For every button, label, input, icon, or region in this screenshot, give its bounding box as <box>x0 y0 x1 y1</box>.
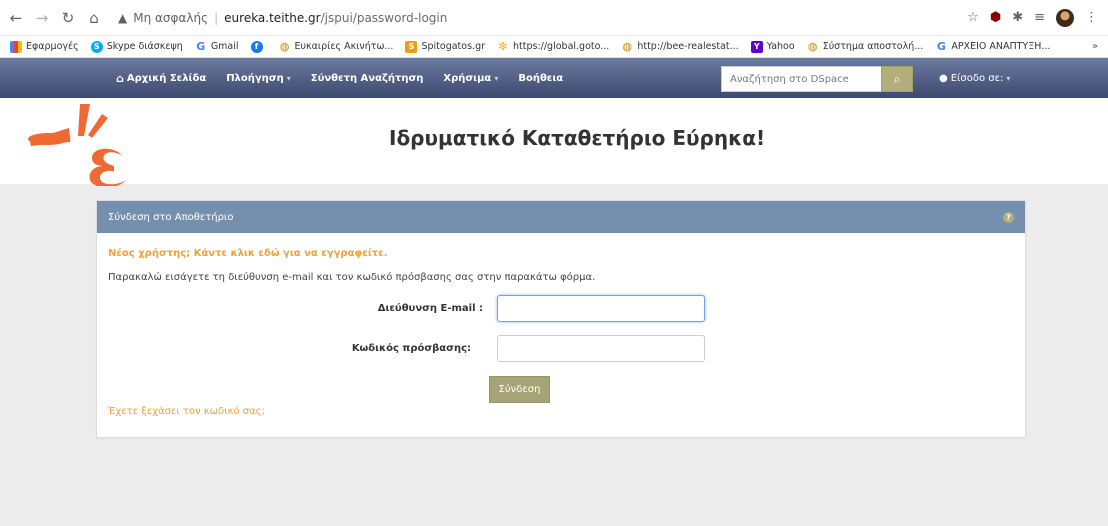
nav-browse[interactable]: Πλοήγηση ▾ <box>226 73 291 84</box>
caret-down-icon: ▾ <box>286 73 291 83</box>
warning-icon[interactable]: ▲ <box>118 11 127 25</box>
reload-icon[interactable]: ↻ <box>60 10 76 26</box>
spitogatos-icon: S <box>405 40 418 53</box>
bookmark-system[interactable]: ◍ Σύστημα αποστολή... <box>807 40 923 53</box>
login-instructions: Παρακαλώ εισάγετε τη διεύθυνση e-mail κα… <box>108 272 596 283</box>
caret-down-icon: ▾ <box>494 73 499 83</box>
bookmark-goto[interactable]: ✼ https://global.goto... <box>497 40 609 53</box>
bookmark-apps[interactable]: Εφαρμογές <box>10 40 79 53</box>
ublock-shield-icon[interactable]: ⬢ <box>990 10 1001 25</box>
yahoo-icon: Y <box>750 40 763 53</box>
reading-list-icon[interactable]: ≡ <box>1034 10 1045 25</box>
address-bar[interactable]: ▲ Μη ασφαλής | eureka.teithe.gr/jspui/pa… <box>112 6 957 30</box>
security-label: Μη ασφαλής <box>133 10 209 25</box>
email-field[interactable] <box>497 295 705 322</box>
bookmark-star-icon[interactable]: ☆ <box>967 10 979 25</box>
bookmark-spitogatos[interactable]: S Spitogatos.gr <box>405 40 485 53</box>
search-button[interactable]: ⌕ <box>881 66 913 92</box>
search-input[interactable] <box>721 66 881 92</box>
menu-kebab-icon[interactable]: ⋮ <box>1085 10 1098 25</box>
star-icon: ✼ <box>498 40 508 53</box>
bookmark-archive[interactable]: G ΑΡΧΕΙΟ ΑΝΑΠΤΥΞΗ... <box>935 40 1051 53</box>
bookmark-facebook[interactable]: f <box>250 40 267 53</box>
home-icon[interactable]: ⌂ <box>86 10 102 26</box>
nav-help[interactable]: Βοήθεια <box>518 73 563 84</box>
email-label: Διεύθυνση E-mail : <box>377 303 483 314</box>
facebook-icon: f <box>250 40 263 53</box>
back-arrow-icon[interactable]: ← <box>8 10 24 26</box>
site-title: Ιδρυματικό Καταθετήριο Εύρηκα! <box>389 126 766 150</box>
url-separator: | <box>214 10 219 25</box>
browser-actions: ☆ ⬢ ✱ ≡ ⋮ <box>967 8 1100 27</box>
login-dropdown[interactable]: ● Είσοδο σε: ▾ <box>939 73 1010 84</box>
google-icon: G <box>936 40 946 53</box>
user-icon: ● <box>939 73 948 84</box>
globe-icon: ◍ <box>807 40 818 53</box>
apps-icon <box>10 40 22 53</box>
home-icon: ⌂ <box>116 71 124 85</box>
search-icon: ⌕ <box>893 71 901 86</box>
login-button[interactable]: Σύνδεση <box>489 376 550 403</box>
password-field[interactable] <box>497 335 705 362</box>
browser-toolbar: ← → ↻ ⌂ ▲ Μη ασφαλής | eureka.teithe.gr/… <box>0 0 1108 36</box>
bookmark-yahoo[interactable]: Y Yahoo <box>750 40 795 53</box>
site-header: Ιδρυματικό Καταθετήριο Εύρηκα! <box>0 98 1108 186</box>
bookmark-real-estate[interactable]: ◍ Ευκαιρίες Ακινήτω... <box>279 40 394 53</box>
site-search: ⌕ <box>721 66 913 92</box>
profile-avatar-icon[interactable] <box>1056 8 1074 27</box>
nav-tools[interactable]: Χρήσιμα ▾ <box>443 73 498 84</box>
bookmarks-bar: Εφαρμογές S Skype διάσκεψη G Gmail f ◍ Ευκα… <box>0 36 1108 58</box>
globe-icon: ◍ <box>622 40 633 53</box>
help-icon[interactable]: ? <box>1003 211 1014 223</box>
login-panel-header: Σύνδεση στο Αποθετήριο ? <box>97 201 1025 233</box>
login-panel-title: Σύνδεση στο Αποθετήριο <box>108 211 234 223</box>
bookmark-gmail[interactable]: G Gmail <box>195 40 238 53</box>
google-icon: G <box>196 40 206 53</box>
eureka-logo[interactable] <box>26 100 136 186</box>
caret-down-icon: ▾ <box>1006 74 1011 83</box>
bookmark-bee-realestate[interactable]: ◍ http://bee-realestat... <box>621 40 739 53</box>
register-link[interactable]: Νέος χρήστης; Κάντε κλικ εδώ για να εγγρ… <box>108 248 388 259</box>
bookmarks-overflow[interactable]: » <box>1092 41 1098 52</box>
forward-arrow-icon[interactable]: → <box>34 10 50 26</box>
password-label: Κωδικός πρόσβασης: <box>351 343 471 354</box>
extensions-puzzle-icon[interactable]: ✱ <box>1012 10 1023 25</box>
nav-advanced-search[interactable]: Σύνθετη Αναζήτηση <box>311 73 424 84</box>
bookmark-skype[interactable]: S Skype διάσκεψη <box>90 40 183 53</box>
url-path: /jspui/password-login <box>320 10 448 25</box>
forgot-password-link[interactable]: Έχετε ξεχάσει τον κωδικό σας; <box>108 406 265 417</box>
globe-icon: ◍ <box>279 40 290 53</box>
nav-home[interactable]: ⌂ Αρχική Σελίδα <box>116 72 206 85</box>
login-panel: Σύνδεση στο Αποθετήριο ? Νέος χρήστης; Κ… <box>96 200 1026 438</box>
skype-icon: S <box>90 40 103 53</box>
url-host: eureka.teithe.gr <box>224 10 321 25</box>
